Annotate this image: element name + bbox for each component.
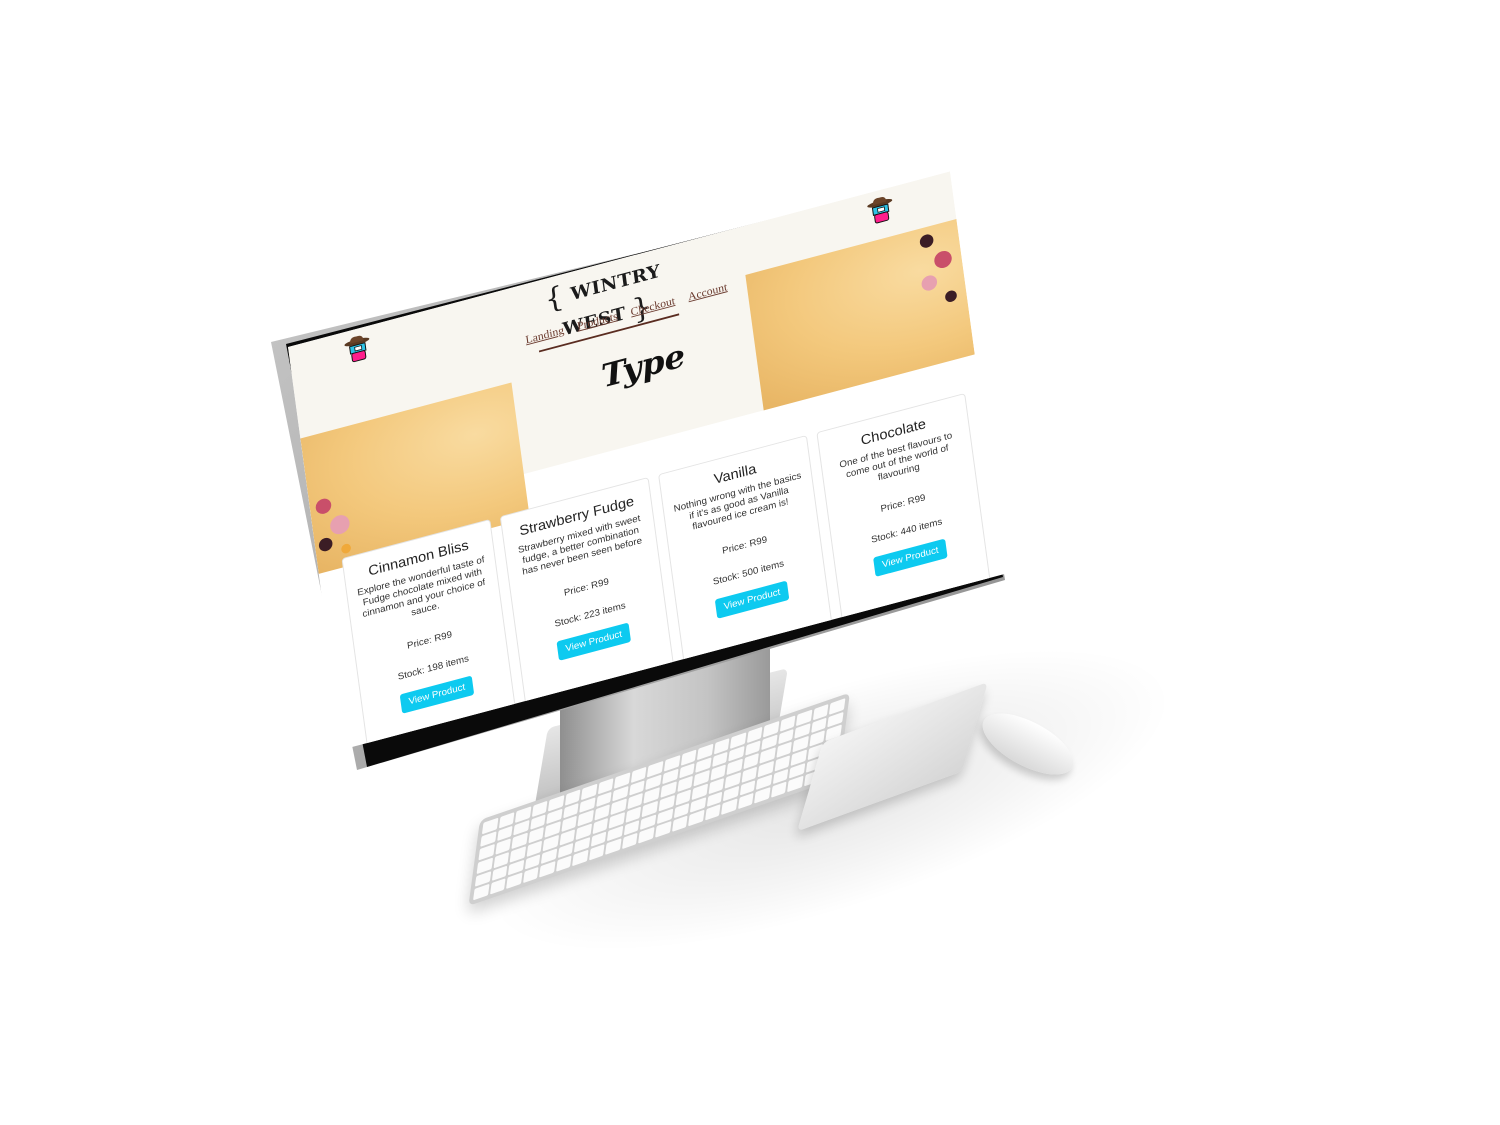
keyboard-key — [522, 867, 539, 884]
ice-cream-cowboy-logo-icon[interactable] — [342, 332, 375, 369]
keyboard-key — [621, 832, 638, 850]
keyboard-key — [671, 815, 688, 833]
keyboard-key — [787, 775, 804, 793]
view-product-button[interactable]: View Product — [399, 675, 475, 714]
view-product-button[interactable]: View Product — [873, 538, 948, 577]
keyboard-key — [770, 781, 787, 798]
keyboard-key — [704, 804, 721, 821]
keyboard-key — [638, 827, 655, 844]
keyboard-key — [688, 810, 705, 827]
keyboard-key — [489, 878, 506, 895]
berry-decoration — [314, 496, 333, 516]
brace-open: { — [542, 280, 566, 318]
berry-decoration — [920, 273, 938, 293]
view-product-button[interactable]: View Product — [714, 580, 790, 619]
keyboard-key — [572, 850, 589, 867]
berry-decoration — [933, 248, 953, 271]
keyboard-key — [588, 844, 605, 861]
keyboard-key — [754, 787, 771, 804]
berry-decoration — [318, 536, 334, 553]
berry-decoration — [919, 232, 935, 250]
keyboard-key — [655, 821, 672, 838]
keyboard-key — [555, 855, 572, 872]
keyboard-key — [539, 861, 556, 878]
view-product-button[interactable]: View Product — [556, 622, 631, 661]
device-mockup: { WINTRY WEST } Landing Products Checkou… — [0, 0, 1500, 1125]
keyboard-key — [605, 838, 622, 855]
hero-image-right — [745, 218, 975, 411]
keyboard-key — [473, 884, 490, 901]
keyboard-key — [721, 798, 738, 815]
berry-decoration — [340, 542, 352, 555]
berry-decoration — [944, 289, 958, 304]
keyboard-key — [737, 793, 754, 810]
keyboard-key — [506, 872, 523, 890]
ice-cream-cowboy-logo-icon[interactable] — [865, 193, 898, 230]
berry-decoration — [329, 512, 351, 537]
